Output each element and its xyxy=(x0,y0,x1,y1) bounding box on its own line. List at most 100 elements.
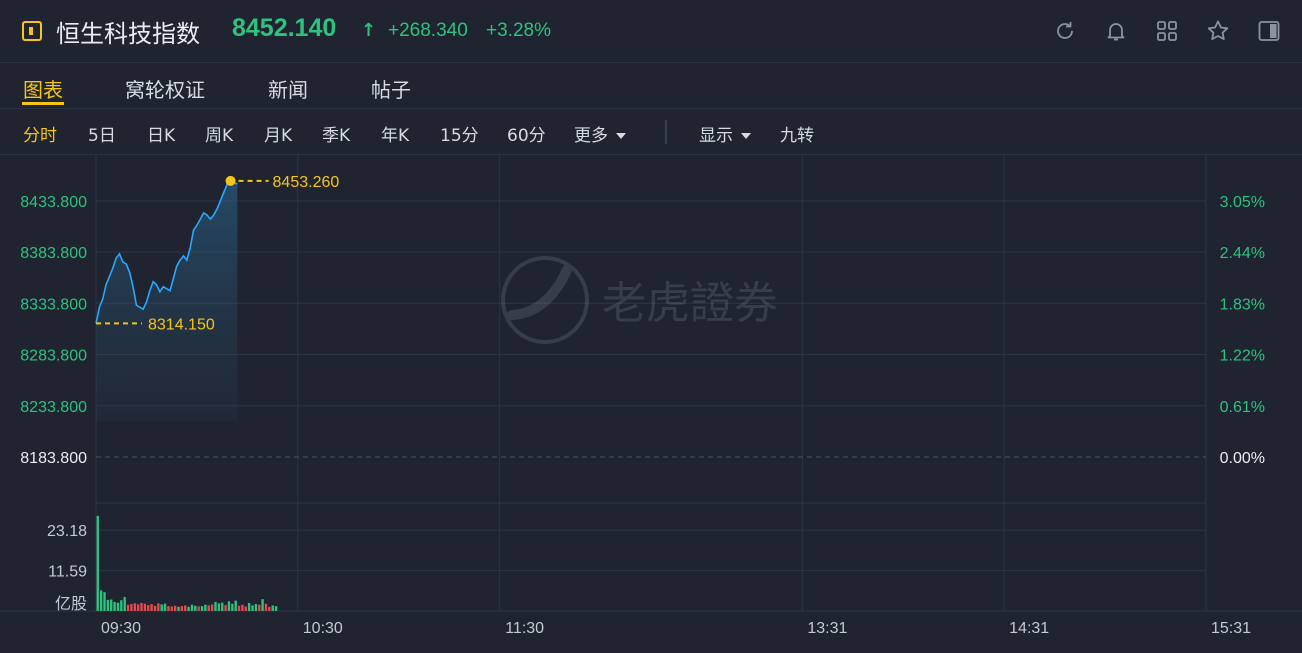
index-badge-icon xyxy=(22,21,42,41)
volume-bar xyxy=(264,603,268,611)
volume-bar xyxy=(274,606,278,611)
price-change-pct: +3.28% xyxy=(486,20,551,41)
volume-bar xyxy=(103,592,106,611)
period-weekly[interactable]: 周K xyxy=(205,121,233,146)
up-arrow-icon: ↑ xyxy=(361,20,377,41)
volume-tick-label: 23.18 xyxy=(47,523,87,540)
tab-warrants[interactable]: 窝轮权证 xyxy=(125,74,205,103)
bell-icon[interactable] xyxy=(1103,18,1129,44)
tab-posts[interactable]: 帖子 xyxy=(371,74,411,103)
volume-bar xyxy=(170,606,173,611)
time-tick-label: 11:30 xyxy=(505,620,544,637)
period-60min[interactable]: 60分 xyxy=(507,121,546,146)
time-tick-label: 09:30 xyxy=(101,620,141,637)
volume-bar xyxy=(271,605,274,611)
high-price-label: 8453.260 xyxy=(273,174,340,191)
tab-chart[interactable]: 图表 xyxy=(23,74,63,103)
panel-icon[interactable] xyxy=(1256,18,1282,44)
volume-bar xyxy=(136,604,140,611)
period-monthly[interactable]: 月K xyxy=(264,121,292,146)
low-price-label: 8314.150 xyxy=(148,316,215,333)
volume-bar xyxy=(177,606,180,611)
display-dropdown[interactable]: 显示 xyxy=(699,121,751,146)
volume-bar xyxy=(116,602,120,611)
more-dropdown[interactable]: 更多 xyxy=(574,121,626,146)
volume-bar xyxy=(110,599,113,611)
caret-down-icon xyxy=(741,133,751,139)
volume-bar xyxy=(133,603,136,611)
volume-bar xyxy=(130,604,133,611)
price-tick-label: 8183.800 xyxy=(20,450,87,467)
volume-bar xyxy=(120,600,123,611)
refresh-icon[interactable] xyxy=(1052,18,1078,44)
volume-bar xyxy=(126,604,130,611)
volume-bar xyxy=(254,604,258,611)
time-tick-label: 14:31 xyxy=(1009,620,1049,637)
volume-bar xyxy=(96,515,99,611)
display-label: 显示 xyxy=(699,126,733,146)
star-icon[interactable] xyxy=(1205,18,1231,44)
volume-bar xyxy=(190,604,194,611)
volume-bar xyxy=(167,606,170,611)
volume-bar xyxy=(224,605,227,611)
volume-bar xyxy=(194,605,197,611)
volume-bar xyxy=(268,606,271,611)
grid-icon[interactable] xyxy=(1154,18,1180,44)
period-15min[interactable]: 15分 xyxy=(440,121,479,146)
volume-bar xyxy=(187,606,190,611)
volume-bar xyxy=(184,605,187,611)
volume-bar xyxy=(210,604,214,611)
watermark-logo-icon xyxy=(501,256,589,344)
content-tabs: 图表 窝轮权证 新闻 帖子 xyxy=(0,62,1302,109)
volume-bar xyxy=(207,605,210,611)
volume-bar xyxy=(197,606,200,611)
high-marker-dot xyxy=(225,175,236,186)
volume-bar xyxy=(153,605,157,611)
volume-bar xyxy=(244,606,247,611)
volume-bar xyxy=(251,605,254,611)
volume-bar xyxy=(123,597,126,611)
period-yearly[interactable]: 年K xyxy=(381,121,409,146)
volume-bar xyxy=(140,602,143,611)
volume-bar xyxy=(237,605,241,611)
volume-bar xyxy=(150,604,153,611)
price-area xyxy=(96,180,238,422)
security-title: 恒生科技指数 xyxy=(56,20,200,48)
volume-bar xyxy=(163,603,167,611)
time-tick-label: 10:30 xyxy=(303,620,343,637)
volume-bar xyxy=(217,603,221,611)
intraday-chart[interactable]: 09:30 10:30 11:30 13:31 14:31 15:31 8433.800 3.… xyxy=(0,155,1302,653)
volume-bar xyxy=(99,590,103,611)
watermark-text: 老虎證券 xyxy=(602,278,778,329)
period-quarterly[interactable]: 季K xyxy=(322,121,350,146)
jiuzhuan-toggle[interactable]: 九转 xyxy=(780,121,814,146)
caret-down-icon xyxy=(616,133,626,139)
volume-bar xyxy=(143,603,147,611)
last-price: 8452.140 xyxy=(232,14,337,42)
volume-bar xyxy=(258,604,261,611)
period-toolbar: 分时 5日 日K 周K 月K 季K 年K 15分 60分 更多 显示 九转 xyxy=(0,108,1302,155)
price-tick-label: 8433.800 xyxy=(20,194,87,211)
time-tick-label: 15:31 xyxy=(1211,620,1251,637)
volume-bar xyxy=(234,600,237,611)
volume-bar xyxy=(113,601,116,611)
volume-bar xyxy=(261,599,264,611)
tab-news[interactable]: 新闻 xyxy=(268,74,308,103)
quote-header: 恒生科技指数 8452.140 ↑ +268.340 +3.28% xyxy=(0,0,1302,63)
volume-bar xyxy=(157,603,160,611)
volume-bar xyxy=(241,604,244,611)
percent-tick-label: 3.05% xyxy=(1220,194,1265,211)
percent-tick-label: 0.00% xyxy=(1220,450,1265,467)
period-daily[interactable]: 日K xyxy=(147,121,175,146)
period-5day[interactable]: 5日 xyxy=(88,121,116,146)
volume-bar xyxy=(147,605,150,611)
volume-tick-label: 11.59 xyxy=(48,564,87,581)
volume-bar xyxy=(106,599,110,611)
volume-bar xyxy=(160,604,163,611)
volume-bar xyxy=(173,605,177,611)
volume-unit-label: 亿股 xyxy=(55,594,87,613)
volume-bar xyxy=(200,606,204,611)
time-tick-label: 13:31 xyxy=(807,620,847,637)
period-intraday[interactable]: 分时 xyxy=(23,121,57,146)
percent-tick-label: 1.22% xyxy=(1220,348,1265,365)
